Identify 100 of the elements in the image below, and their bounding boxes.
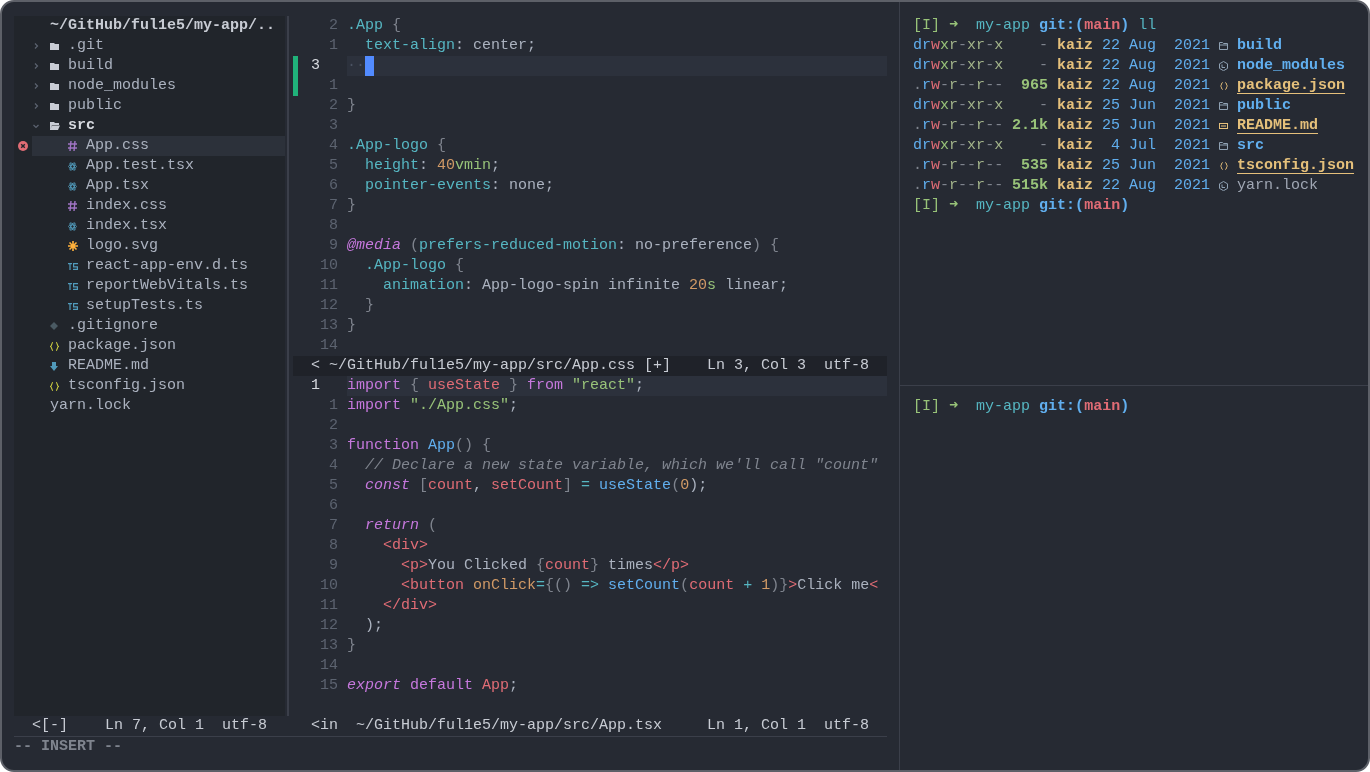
line-number: 1 [328, 396, 339, 416]
code-line: import "./App.css"; [347, 396, 519, 416]
file-name[interactable]: App.test.tsx [86, 156, 195, 176]
code-line: animation: App-logo-spin infinite 20s linear; [382, 276, 789, 296]
code-line: import { useState } from "react"; [347, 376, 645, 396]
file-year: 2021 [1174, 136, 1210, 156]
file-date: 22 Aug [1102, 36, 1156, 56]
star-icon [68, 241, 78, 251]
file-permissions: drwxr-xr-x [913, 136, 1003, 156]
file-name[interactable]: tsconfig.json [68, 376, 186, 396]
file-date: 25 Jun [1102, 116, 1156, 136]
line-number: 7 [328, 196, 339, 216]
status-text: <[-] [32, 716, 68, 736]
file-name[interactable]: yarn.lock [50, 396, 131, 416]
file-year: 2021 [1174, 96, 1210, 116]
file-date: 22 Aug [1102, 76, 1156, 96]
file-year: 2021 [1174, 36, 1210, 56]
file-name[interactable]: .gitignore [68, 316, 158, 336]
file-name[interactable]: index.css [86, 196, 167, 216]
line-number: 14 [319, 656, 339, 676]
line-number: 11 [319, 276, 339, 296]
file-owner: kaiz [1057, 76, 1093, 96]
chevron-right-icon[interactable] [32, 82, 40, 90]
status-text: < ~/GitHub/ful1e5/my-app/src/App.css [+] [311, 356, 672, 376]
arrow-down-icon [50, 361, 58, 371]
file-name[interactable]: react-app-env.d.ts [86, 256, 249, 276]
folder-icon [50, 62, 59, 70]
file-owner: kaiz [1057, 176, 1093, 196]
line-number: 10 [319, 576, 339, 596]
code-line: } [364, 296, 374, 316]
file-date: 22 Aug [1102, 56, 1156, 76]
code-line: height: 40vmin; [364, 156, 501, 176]
braces-icon [1219, 82, 1228, 90]
status-text: utf-8 [222, 716, 267, 736]
file-size: - [1038, 136, 1048, 156]
folder-name[interactable]: node_modules [68, 76, 177, 96]
code-line: .App-logo { [364, 256, 465, 276]
line-number: 9 [328, 556, 339, 576]
code-line: .App { [347, 16, 402, 36]
line-number: 1 [328, 36, 339, 56]
file-size: 535 [1020, 156, 1048, 176]
file-name[interactable]: reportWebVitals.ts [86, 276, 249, 296]
file-name[interactable]: logo.svg [86, 236, 158, 256]
folder-name[interactable]: build [68, 56, 113, 76]
folder-name: public [1237, 96, 1291, 116]
status-text: utf-8 [824, 716, 869, 736]
file-name[interactable]: App.tsx [86, 176, 149, 196]
hash-icon [68, 141, 77, 151]
code-line: // Declare a new state variable, which we'll call "count" [364, 456, 879, 476]
file-permissions: .rw-r--r-- [913, 156, 1003, 176]
hexagon-icon [1219, 181, 1228, 191]
file-date: 25 Jun [1102, 96, 1156, 116]
status-text: utf-8 [824, 356, 869, 376]
file-name[interactable]: App.css [86, 136, 149, 156]
file-name[interactable]: index.tsx [86, 216, 167, 236]
line-number: 8 [328, 216, 339, 236]
file-size: - [1038, 56, 1048, 76]
diamond-icon [50, 322, 58, 330]
line-number: 11 [319, 596, 339, 616]
file-owner: kaiz [1057, 96, 1093, 116]
line-number: 2 [328, 96, 339, 116]
file-name: package.json [1237, 76, 1346, 96]
chevron-right-icon[interactable] [32, 62, 40, 70]
file-name[interactable]: README.md [68, 356, 149, 376]
line-number: 12 [319, 296, 339, 316]
chevron-down-icon[interactable] [32, 122, 40, 130]
code-line: const [count, setCount] = useState(0); [364, 476, 708, 496]
file-date: 22 Aug [1102, 176, 1156, 196]
file-permissions: drwxr-xr-x [913, 36, 1003, 56]
status-text: Ln 7, Col 1 [104, 716, 204, 736]
line-number: 3 [310, 56, 321, 76]
file-name: README.md [1237, 116, 1318, 136]
folder-name[interactable]: .git [68, 36, 104, 56]
folder-name[interactable]: src [68, 116, 95, 136]
file-permissions: .rw-r--r-- [913, 176, 1003, 196]
file-name[interactable]: setupTests.ts [86, 296, 204, 316]
code-line: .App-logo { [347, 136, 447, 156]
file-year: 2021 [1174, 76, 1210, 96]
file-permissions: drwxr-xr-x [913, 96, 1003, 116]
folder-icon [1219, 42, 1228, 50]
document-icon [1219, 123, 1228, 129]
line-number: 3 [328, 436, 339, 456]
folder-name[interactable]: public [68, 96, 122, 116]
file-owner: kaiz [1057, 136, 1093, 156]
line-number: 10 [319, 256, 339, 276]
status-text: ~/GitHub/ful1e5/my-app/src/App.tsx [356, 716, 663, 736]
status-text: Ln 1, Col 1 [706, 716, 806, 736]
folder-name: src [1237, 136, 1264, 156]
hash-icon [68, 201, 77, 211]
code-line: <button onClick={() => setCount(count + 1)}>Click me< [400, 576, 879, 596]
chevron-right-icon[interactable] [32, 42, 40, 50]
line-number: 2 [328, 416, 339, 436]
file-icon [68, 282, 78, 290]
line-number: 9 [328, 236, 339, 256]
file-name[interactable]: package.json [68, 336, 177, 356]
code-line: <div> [382, 536, 428, 556]
shell-prompt: [I] ➜ my-app git:(main) [913, 397, 1130, 417]
line-number: 8 [328, 536, 339, 556]
file-year: 2021 [1174, 116, 1210, 136]
chevron-right-icon[interactable] [32, 102, 40, 110]
